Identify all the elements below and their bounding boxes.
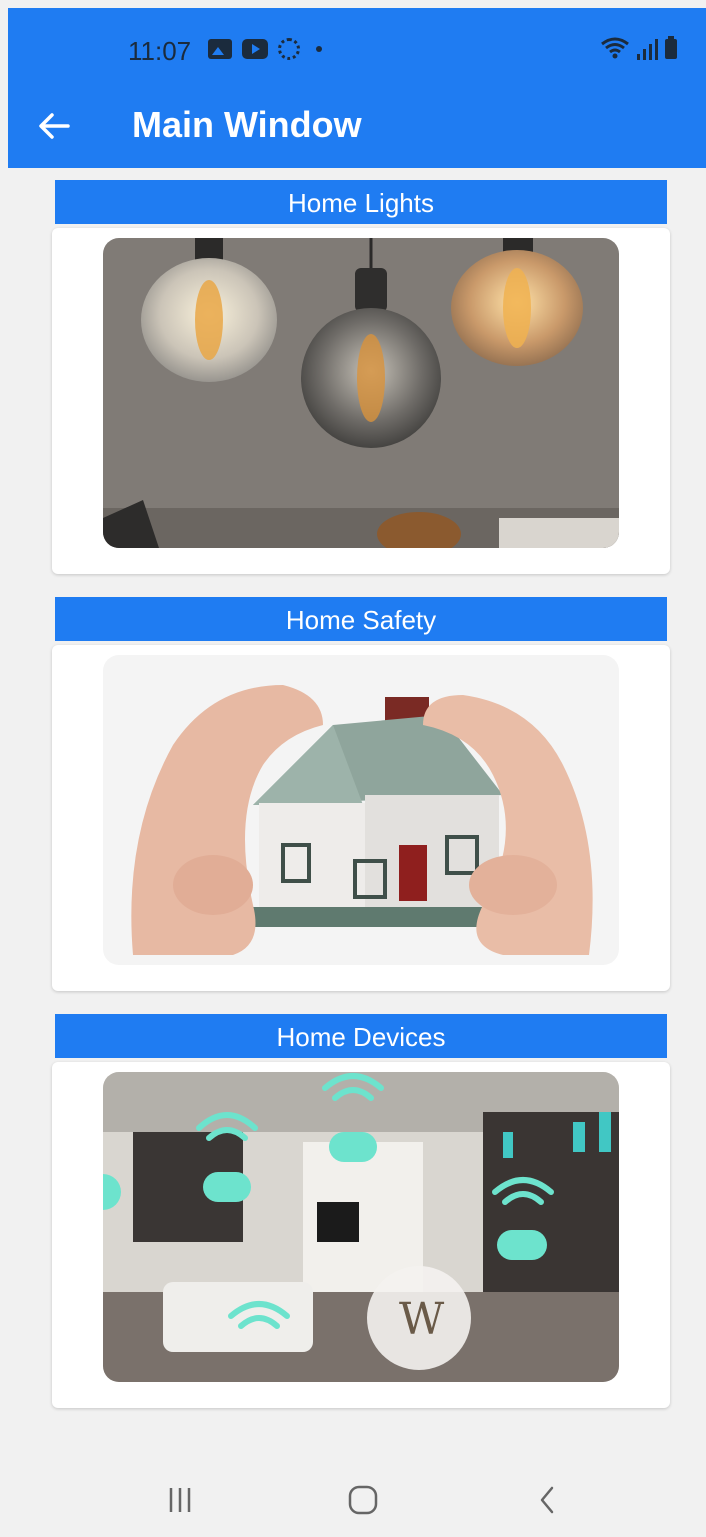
section-title-home-lights: Home Lights (55, 180, 667, 224)
gallery-icon (208, 39, 232, 59)
arrow-left-icon[interactable] (34, 106, 74, 146)
status-time: 11:07 (128, 36, 192, 66)
settings-gear-icon (278, 38, 300, 60)
youtube-icon (242, 39, 268, 59)
battery-icon (664, 36, 678, 65)
smart-living-room-photo[interactable]: W (103, 1072, 619, 1382)
signal-icon (636, 38, 658, 65)
status-bar: 11:07 (8, 8, 706, 88)
back-icon[interactable] (528, 1480, 568, 1520)
wifi-icon (600, 36, 630, 65)
section-title-home-devices: Home Devices (55, 1014, 667, 1058)
page-title: Main Window (132, 104, 362, 145)
section-home-safety[interactable]: Home Safety (52, 597, 670, 991)
home-icon[interactable] (343, 1480, 383, 1520)
navigation-bar (0, 1460, 706, 1537)
section-home-lights[interactable]: Home Lights (52, 180, 670, 574)
app-bar: 11:07 Main Window (8, 8, 706, 168)
recent-apps-icon[interactable] (160, 1480, 200, 1520)
notification-dot-icon (316, 46, 322, 52)
section-home-devices[interactable]: Home Devices W (52, 1014, 670, 1408)
pendant-lights-photo[interactable] (103, 238, 619, 548)
status-notification-icons (208, 38, 322, 60)
toolbar: Main Window (8, 88, 706, 168)
section-title-home-safety: Home Safety (55, 597, 667, 641)
svg-text:W: W (399, 1294, 445, 1345)
hands-protecting-house-photo[interactable] (103, 655, 619, 965)
status-system-icons (600, 36, 678, 65)
